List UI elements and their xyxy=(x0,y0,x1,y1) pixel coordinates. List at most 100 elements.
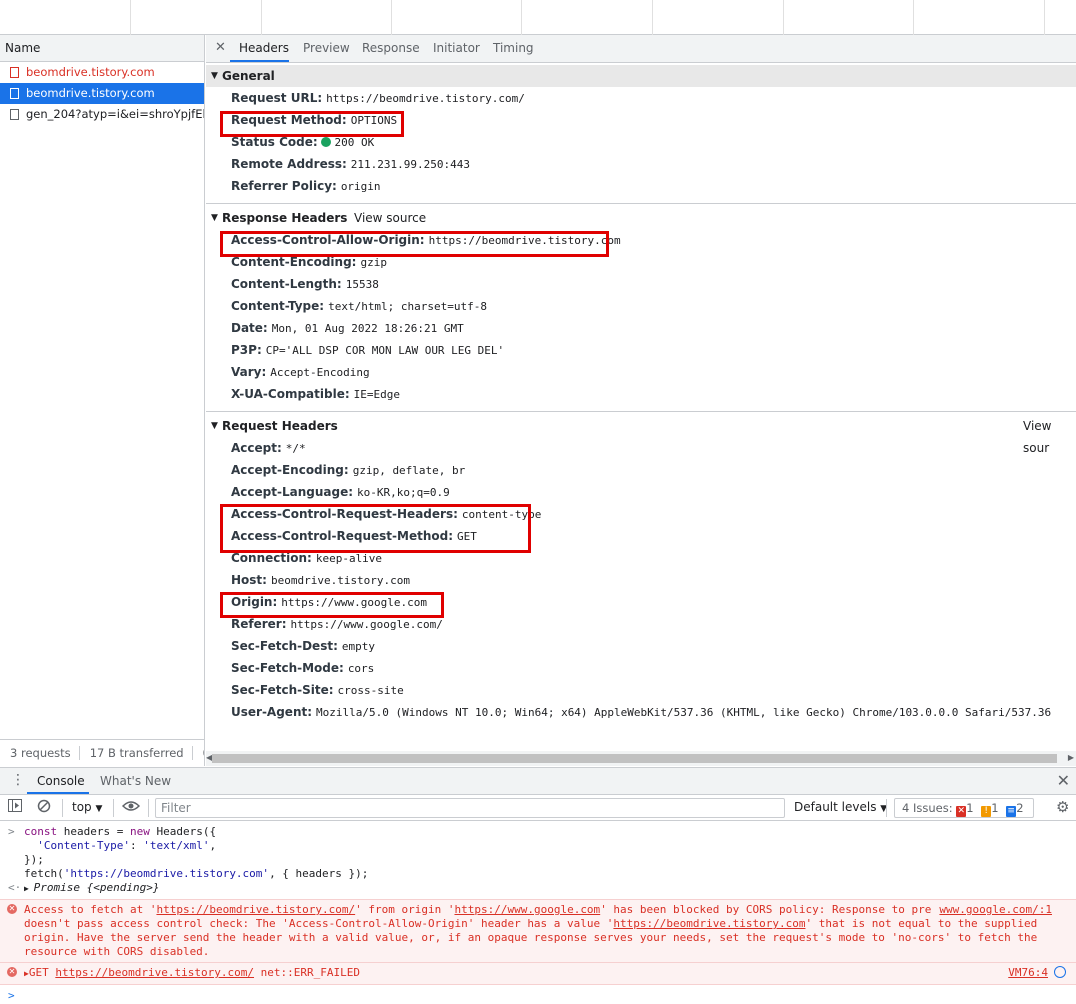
console-input-line: > const headers = new Headers({ xyxy=(8,825,217,838)
get-error-message: ✕ ▶GET https://beomdrive.tistory.com/ ne… xyxy=(0,963,1076,985)
error-count: 1 xyxy=(966,801,974,815)
timeline-divider xyxy=(913,0,914,35)
request-row[interactable]: gen_204?atyp=i&ei=shroYpjfEl... xyxy=(0,104,204,125)
expand-triangle-icon: ▶ xyxy=(24,884,34,893)
error-url-link[interactable]: https://beomdrive.tistory.com xyxy=(613,917,805,930)
warning-count: 1 xyxy=(991,801,999,815)
request-row-error[interactable]: beomdrive.tistory.com xyxy=(0,62,204,83)
header-value: CP='ALL DSP COR MON LAW OUR LEG DEL' xyxy=(265,344,505,357)
error-text: Access to fetch at ' xyxy=(24,903,157,916)
header-key: Sec-Fetch-Site: xyxy=(231,683,334,697)
section-divider xyxy=(206,203,1076,204)
network-timeline xyxy=(0,0,1076,35)
document-icon xyxy=(10,109,19,120)
highlight-box-request-headers xyxy=(220,504,531,553)
tab-timing[interactable]: Timing xyxy=(493,41,534,55)
request-count: 3 requests xyxy=(0,746,80,760)
header-key: Status Code: xyxy=(231,135,318,149)
dropdown-arrow-icon: ▼ xyxy=(95,804,103,814)
error-source-link[interactable]: VM76:4 xyxy=(1008,966,1048,980)
tab-headers[interactable]: Headers xyxy=(239,41,289,55)
filter-input[interactable]: Filter xyxy=(155,798,785,818)
header-value: cross-site xyxy=(337,684,404,697)
transferred-size: 17 B transferred xyxy=(80,746,193,760)
tab-response[interactable]: Response xyxy=(362,41,420,55)
tab-initiator[interactable]: Initiator xyxy=(433,41,480,55)
input-prompt-icon: > xyxy=(8,825,15,838)
error-source-link[interactable]: www.google.com/:1 xyxy=(931,903,1052,917)
header-value: https://www.google.com/ xyxy=(290,618,443,631)
network-request-icon[interactable] xyxy=(1054,966,1066,978)
error-url-link[interactable]: https://www.google.com xyxy=(454,903,600,916)
view-source-link[interactable]: View source xyxy=(354,207,426,229)
header-key: User-Agent: xyxy=(231,705,313,719)
settings-gear-icon[interactable]: ⚙ xyxy=(1056,798,1069,816)
tab-whats-new[interactable]: What's New xyxy=(100,774,171,788)
tab-preview[interactable]: Preview xyxy=(303,41,350,55)
horizontal-scrollbar[interactable]: ◀ ▶ xyxy=(206,751,1076,766)
sidebar-toggle-icon[interactable] xyxy=(8,799,22,815)
header-key: Accept-Encoding: xyxy=(231,463,349,477)
more-options-icon[interactable]: ⋮ xyxy=(11,772,25,788)
document-icon xyxy=(10,88,19,99)
eye-icon[interactable] xyxy=(121,799,141,816)
console-input-line: }); xyxy=(24,853,44,866)
header-value: IE=Edge xyxy=(353,388,400,401)
info-badge-icon: ≡ xyxy=(1006,806,1017,817)
section-divider xyxy=(206,411,1076,412)
clear-console-icon[interactable] xyxy=(37,799,51,816)
header-row: User-Agent: Mozilla/5.0 (Windows NT 10.0;… xyxy=(206,701,1076,723)
response-headers-section-header[interactable]: ▼ Response Headers View source xyxy=(206,207,1076,229)
header-row: X-UA-Compatible: IE=Edge xyxy=(206,383,1076,405)
error-url-link[interactable]: https://beomdrive.tistory.com/ xyxy=(156,903,355,916)
timeline-divider xyxy=(783,0,784,35)
request-row-selected[interactable]: beomdrive.tistory.com xyxy=(0,83,204,104)
header-key: Request URL: xyxy=(231,91,323,105)
request-detail-pane: ✕ Headers Preview Response Initiator Tim… xyxy=(206,35,1076,766)
header-value: ko-KR,ko;q=0.9 xyxy=(357,486,450,499)
highlight-box-allow-origin xyxy=(220,231,609,257)
header-key: Sec-Fetch-Mode: xyxy=(231,661,344,675)
drawer-tabbar: ⋮ Console What's New ✕ xyxy=(0,768,1076,795)
scroll-right-icon[interactable]: ▶ xyxy=(1068,753,1074,762)
warning-badge-icon: ! xyxy=(981,806,992,817)
header-key: Date: xyxy=(231,321,268,335)
header-key: X-UA-Compatible: xyxy=(231,387,350,401)
scrollbar-thumb[interactable] xyxy=(212,754,1057,763)
header-key: Content-Type: xyxy=(231,299,325,313)
header-key: Referrer Policy: xyxy=(231,179,337,193)
highlight-box-origin xyxy=(220,592,444,618)
issues-label: 4 Issues: xyxy=(902,801,953,815)
status-ok-icon xyxy=(321,137,332,147)
header-key: Host: xyxy=(231,573,267,587)
section-title: Request Headers xyxy=(222,419,338,433)
console-result-line[interactable]: <· ▶ Promise {<pending>} xyxy=(0,881,1076,896)
header-value: cors xyxy=(347,662,375,675)
active-tab-indicator xyxy=(27,792,89,794)
close-drawer-icon[interactable]: ✕ xyxy=(1057,771,1070,790)
section-title: Response Headers xyxy=(222,211,348,225)
result-arrow-icon: <· xyxy=(8,881,22,894)
header-row: Vary: Accept-Encoding xyxy=(206,361,1076,383)
toolbar-divider xyxy=(62,799,63,817)
console-input-line: 'Content-Type': 'text/xml', xyxy=(37,839,217,852)
header-key: Sec-Fetch-Dest: xyxy=(231,639,338,653)
header-row: Host: beomdrive.tistory.com xyxy=(206,569,1076,591)
context-selector[interactable]: top ▼ xyxy=(72,800,102,814)
close-icon[interactable]: ✕ xyxy=(215,40,226,55)
header-value: */* xyxy=(285,442,306,455)
issues-counter-button[interactable]: 4 Issues: ✕1 ! 1 ≡2 xyxy=(894,798,1034,818)
name-column-header[interactable]: Name xyxy=(0,35,204,62)
header-row: Accept-Language: ko-KR,ko;q=0.9 xyxy=(206,481,1076,503)
console-toolbar: top ▼ Filter Default levels ▼ 4 Issues: … xyxy=(0,795,1076,821)
log-levels-dropdown[interactable]: Default levels ▼ xyxy=(794,800,887,814)
header-key: Connection: xyxy=(231,551,312,565)
general-section-header[interactable]: ▼ General xyxy=(206,65,1076,87)
request-headers-section-header[interactable]: ▼ Request Headers View sour xyxy=(206,415,1076,455)
promise-result: Promise {<pending>} xyxy=(33,881,160,894)
tab-console[interactable]: Console xyxy=(37,774,85,788)
context-label: top xyxy=(72,800,92,814)
header-value: 200 OK xyxy=(334,136,375,149)
resources-size: 0 B xyxy=(193,746,204,760)
error-url-link[interactable]: https://beomdrive.tistory.com/ xyxy=(55,966,254,979)
